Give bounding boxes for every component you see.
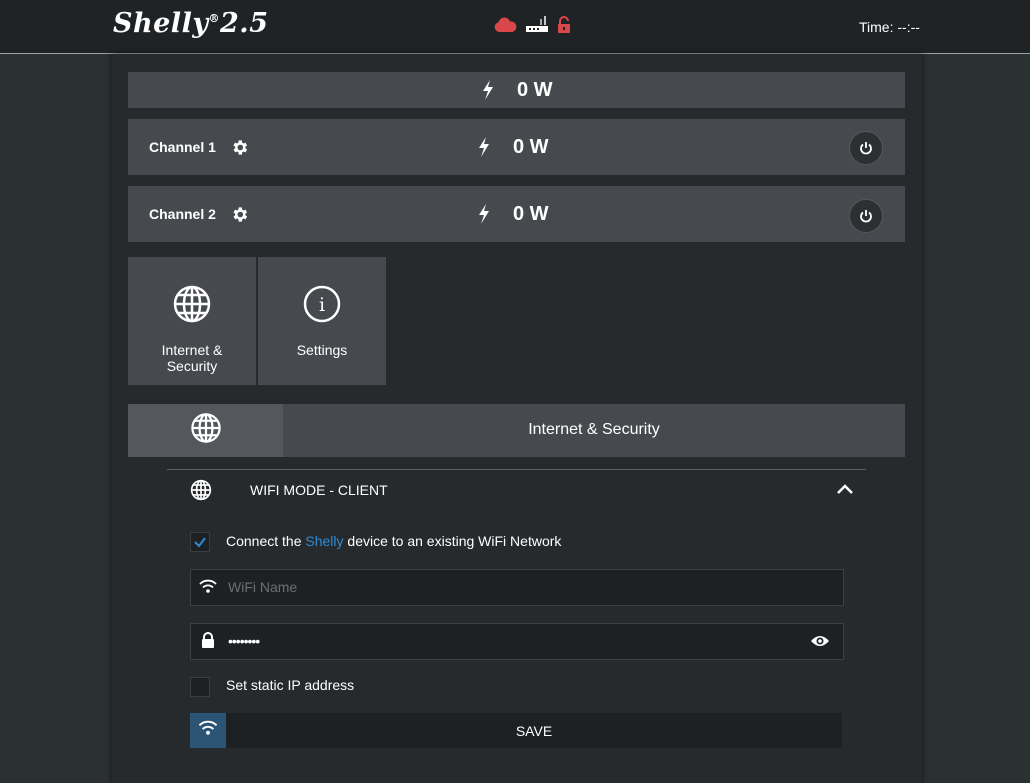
lightning-icon — [477, 137, 491, 162]
connect-label: Connect the Shelly device to an existing… — [226, 533, 562, 549]
total-power-value: 0 W — [517, 79, 553, 101]
lock-icon — [201, 632, 215, 654]
wifi-icon — [198, 720, 218, 741]
static-ip-label: Set static IP address — [226, 677, 355, 693]
save-icon-box — [190, 713, 226, 748]
power-icon — [860, 210, 872, 223]
svg-text:i: i — [319, 294, 325, 316]
section-header: Internet & Security — [128, 404, 905, 457]
static-ip-checkbox[interactable] — [190, 677, 210, 697]
channel-power-value: 0 W — [513, 136, 549, 158]
tile-label-line1: Settings — [296, 342, 348, 358]
gear-icon[interactable] — [230, 138, 249, 162]
status-icons — [493, 16, 571, 39]
info-icon: i — [302, 284, 342, 327]
power-toggle-button[interactable] — [849, 131, 883, 165]
tile-internet-security[interactable]: Internet & Security — [128, 257, 256, 385]
top-header: Shelly®2.5 Time: --:-- — [0, 0, 1030, 54]
connect-checkbox[interactable] — [190, 532, 210, 552]
channel-power-value: 0 W — [513, 203, 549, 225]
globe-icon — [190, 479, 212, 506]
cloud-icon — [493, 17, 517, 38]
wifi-mode-title[interactable]: WIFI MODE - CLIENT — [250, 482, 388, 498]
time-display: Time: --:-- — [859, 19, 920, 35]
lightning-icon — [477, 204, 491, 229]
power-toggle-button[interactable] — [849, 199, 883, 233]
section-icon-box — [128, 404, 283, 457]
lightning-icon — [481, 80, 495, 105]
section-title: Internet & Security — [528, 421, 660, 438]
globe-icon — [190, 412, 222, 449]
brand-link: Shelly — [305, 533, 344, 549]
total-power-bar: 0 W — [128, 72, 905, 108]
divider — [167, 469, 866, 470]
channel-label: Channel 2 — [149, 206, 216, 222]
shelly-logo: Shelly®2.5 — [113, 8, 269, 39]
gear-icon[interactable] — [230, 205, 249, 229]
wifi-name-field[interactable] — [190, 569, 844, 606]
tile-settings[interactable]: i Settings — [258, 257, 386, 385]
channel-2-row: Channel 2 0 W — [128, 186, 905, 242]
wifi-password-input[interactable]: •••••••• — [228, 633, 788, 649]
save-label: SAVE — [515, 723, 553, 739]
channel-label: Channel 1 — [149, 139, 216, 155]
save-button[interactable]: SAVE — [190, 713, 842, 748]
channel-1-row: Channel 1 0 W — [128, 119, 905, 175]
wifi-password-field[interactable]: •••••••• — [190, 623, 844, 660]
wifi-icon — [199, 579, 217, 599]
power-icon — [860, 142, 872, 155]
wifi-name-input[interactable] — [228, 579, 788, 595]
tile-label-line2: Security — [166, 358, 218, 374]
chevron-up-icon[interactable] — [836, 482, 854, 501]
router-icon — [525, 16, 549, 39]
globe-icon — [172, 284, 212, 327]
checkmark-icon — [194, 537, 206, 548]
unlocked-icon — [557, 16, 571, 39]
tile-label-line1: Internet & — [161, 342, 223, 358]
eye-icon[interactable] — [810, 634, 830, 653]
